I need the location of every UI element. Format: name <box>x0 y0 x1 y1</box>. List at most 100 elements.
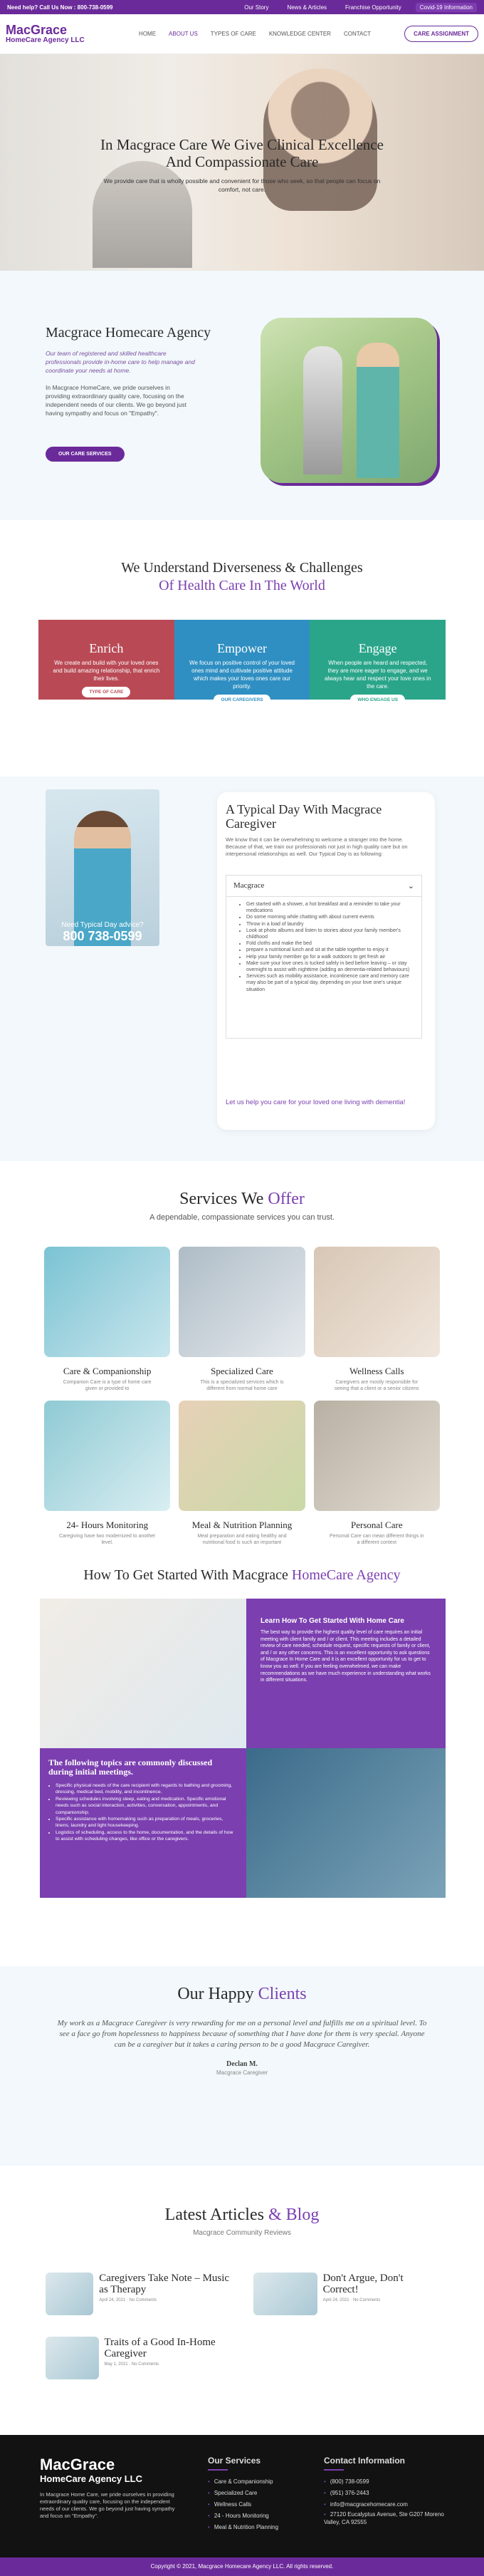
service-image <box>179 1247 305 1357</box>
news-link[interactable]: News & Articles <box>283 3 331 12</box>
footer-service-link[interactable]: Specialized Care <box>208 2488 278 2499</box>
service-image <box>313 1247 440 1357</box>
get-started-title-b: HomeCare Agency <box>291 1567 401 1583</box>
get-started-section: How To Get Started With Macgrace HomeCar… <box>0 1553 484 1952</box>
card-text: We focus on positive control of your lov… <box>189 660 295 690</box>
accordion-header[interactable]: Macgrace ⌄ <box>226 876 421 897</box>
blog-post[interactable]: Traits of a Good In-Home Caregiver May 1,… <box>46 2337 231 2381</box>
blog-subtitle: Macgrace Community Reviews <box>193 2229 291 2237</box>
clients-title-b: Clients <box>258 1985 307 2003</box>
logo-subtitle: HomeCare Agency LLC <box>6 36 85 44</box>
copyright-bar: Copyright © 2021, Macgrace Homecare Agen… <box>0 2557 484 2576</box>
chevron-down-icon: ⌄ <box>407 882 414 890</box>
footer-service-link[interactable]: Wellness Calls <box>208 2499 278 2510</box>
testimonial-role: Macgrace Caregiver <box>216 2069 268 2076</box>
logo-name: MacGrace <box>6 23 68 37</box>
type-of-care-button[interactable]: TYPE OF CARE <box>82 687 131 697</box>
our-caregivers-button[interactable]: OUR CAREGIVERS <box>214 695 270 705</box>
footer-service-link[interactable]: Meal & Nutrition Planning <box>208 2522 278 2533</box>
nav-knowledge-center[interactable]: KNOWLEDGE CENTER <box>269 31 331 37</box>
service-card[interactable]: Care & Companionship Companion Care is a … <box>44 1247 171 1392</box>
list-item: Specific physical needs of the care reci… <box>56 1782 238 1796</box>
service-image <box>313 1401 440 1511</box>
service-text: This is a specialized services which is … <box>200 1380 284 1391</box>
top-bar: Need help? Call Us Now : 800-738-0599 Ou… <box>0 0 484 14</box>
advice-phone[interactable]: 800 738-0599 <box>56 929 149 944</box>
service-text: Meal preparation and eating healthy and … <box>197 1534 287 1545</box>
service-title: Meal & Nutrition Planning <box>191 1520 293 1530</box>
challenges-subtitle: Of Health Care In The World <box>159 578 325 593</box>
testimonial-name: Declan M. <box>226 2060 258 2068</box>
list-item: Get started with a shower, a hot breakfa… <box>246 901 413 914</box>
clients-title: Our Happy Clients <box>0 1985 484 2004</box>
accordion-title: Macgrace <box>233 881 265 890</box>
service-card[interactable]: Wellness Calls Caregivers are mostly resp… <box>313 1247 440 1392</box>
franchise-link[interactable]: Franchise Opportunity <box>341 3 406 12</box>
clients-section: Our Happy Clients My work as a Macgrace … <box>0 1966 484 2166</box>
about-section: Macgrace Homecare Agency Our team of reg… <box>0 271 484 534</box>
list-item: Make sure your love ones is tucked safel… <box>246 960 413 973</box>
card-empower: Empower We focus on positive control of … <box>174 620 310 705</box>
our-care-services-button[interactable]: OUR CARE SERVICES <box>46 447 125 462</box>
list-item: Reviewing schedules involving sleep, eat… <box>56 1796 238 1816</box>
about-body: In Macgrace HomeCare, we pride ourselves… <box>46 384 186 417</box>
service-card[interactable]: Meal & Nutrition Planning Meal preparatio… <box>179 1401 305 1546</box>
post-thumbnail[interactable] <box>253 2273 317 2315</box>
nav-about-us[interactable]: ABOUT US <box>169 31 198 37</box>
services-title: Services We Offer <box>0 1190 484 1209</box>
card-engage: Engage When people are heard and respect… <box>310 620 446 705</box>
learn-text: The best way to provide the highest qual… <box>261 1630 431 1683</box>
dementia-help-link[interactable]: Let us help you care for your loved one … <box>226 1099 422 1107</box>
card-title: Empower <box>217 641 267 655</box>
site-logo[interactable]: MacGrace HomeCare Agency LLC <box>6 24 105 44</box>
footer-phone-alt[interactable]: (951) 376-2443 <box>324 2488 452 2499</box>
service-card[interactable]: Specialized Care This is a specialized se… <box>179 1247 305 1392</box>
service-image <box>44 1401 171 1511</box>
list-item: Help your family member go for a walk ou… <box>246 954 413 960</box>
about-title: Macgrace Homecare Agency <box>46 325 211 341</box>
post-title[interactable]: Traits of a Good In-Home Caregiver <box>105 2337 231 2359</box>
footer-phone[interactable]: (800) 738-0599 <box>324 2476 452 2488</box>
nav-types-of-care[interactable]: TYPES OF CARE <box>211 31 256 37</box>
tablet-image <box>246 1748 446 1898</box>
footer-about: MacGrace HomeCare Agency LLC In Macgrace… <box>40 2456 175 2520</box>
service-title: 24- Hours Monitoring <box>66 1520 149 1530</box>
footer-service-link[interactable]: Care & Companionship <box>208 2476 278 2488</box>
service-card[interactable]: 24- Hours Monitoring Caregiving have two … <box>44 1401 171 1546</box>
footer-service-link[interactable]: 24 - Hours Monitoring <box>208 2510 278 2522</box>
post-meta: May 1, 2021 · No Comments <box>104 2362 159 2367</box>
nav-contact[interactable]: CONTACT <box>344 31 371 37</box>
clients-title-a: Our Happy <box>177 1985 254 2003</box>
footer-email[interactable]: info@macgracehomecare.com <box>324 2499 452 2510</box>
blog-post[interactable]: Don't Argue, Don't Correct! April 24, 202… <box>253 2273 438 2317</box>
post-thumbnail[interactable] <box>46 2273 94 2315</box>
about-intro: Our team of registered and skilled healt… <box>46 350 195 374</box>
caregiver-photo: Need Typical Day advice? 800 738-0599 <box>46 789 159 946</box>
testimonial-quote: My work as a Macgrace Caregiver is very … <box>57 2019 427 2049</box>
nav-home[interactable]: HOME <box>139 31 156 37</box>
card-text: When people are heard and respected, the… <box>324 660 431 690</box>
post-thumbnail[interactable] <box>46 2337 99 2379</box>
hero-title: In Macgrace Care We Give Clinical Excell… <box>100 136 384 170</box>
main-nav: HOME ABOUT US TYPES OF CARE KNOWLEDGE CE… <box>105 31 404 37</box>
covid-info-link[interactable]: Covid-19 Information <box>415 2 477 12</box>
schedule-list: Get started with a shower, a hot breakfa… <box>226 897 421 993</box>
list-item: Logistics of scheduling, access to the h… <box>56 1829 238 1843</box>
service-card[interactable]: Personal Care Personal Care can mean diff… <box>313 1401 440 1546</box>
services-title-b: Offer <box>268 1190 305 1208</box>
site-header: MacGrace HomeCare Agency LLC HOME ABOUT … <box>0 14 484 54</box>
footer-about-text: In Macgrace Home Care, we pride ourselve… <box>40 2491 175 2519</box>
post-title[interactable]: Don't Argue, Don't Correct! <box>323 2273 438 2295</box>
card-title: Engage <box>358 641 397 655</box>
our-story-link[interactable]: Our Story <box>240 3 273 12</box>
service-image <box>179 1401 305 1511</box>
list-item: Fold cloths and make the bed <box>246 940 413 947</box>
blog-post[interactable]: Caregivers Take Note – Music as Therapy A… <box>46 2273 231 2317</box>
care-assignment-button[interactable]: CARE ASSIGNMENT <box>404 26 478 42</box>
who-engage-us-button[interactable]: WHO ENGAGE US <box>350 695 406 705</box>
post-title[interactable]: Caregivers Take Note – Music as Therapy <box>99 2273 231 2295</box>
services-subtitle: A dependable, compassionate services you… <box>149 1213 335 1222</box>
service-text: Personal Care can mean different things … <box>330 1534 424 1545</box>
list-item: Look at photo albums and listen to stori… <box>246 928 413 940</box>
typical-day-section: Need Typical Day advice? 800 738-0599 A … <box>0 777 484 1161</box>
